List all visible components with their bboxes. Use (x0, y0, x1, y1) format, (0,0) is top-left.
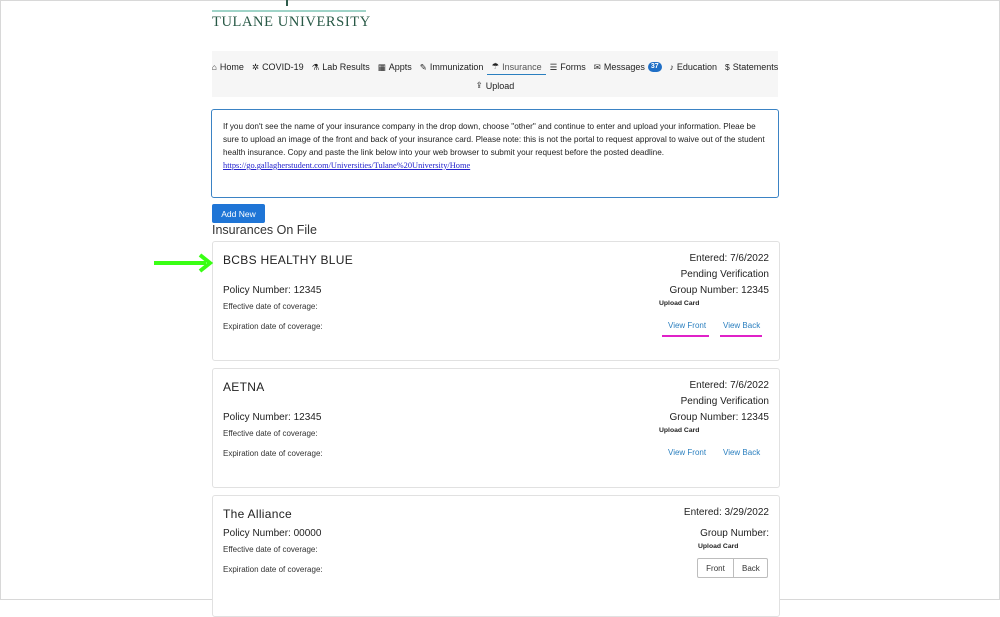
upload-icon: ⇪ (475, 80, 483, 90)
expiration-date-label: Expiration date of coverage: (223, 322, 323, 331)
expiration-date-label: Expiration date of coverage: (223, 449, 323, 458)
gear-icon: ✲ (251, 61, 260, 72)
nav-item-lab-results[interactable]: ⚗ Lab Results (308, 60, 374, 75)
entered-date: Entered: 7/6/2022 (689, 380, 769, 391)
dollar-icon: $ (724, 62, 730, 72)
effective-date-label: Effective date of coverage: (223, 302, 318, 311)
envelope-icon: ✉ (593, 61, 601, 72)
group-number: Group Number: 12345 (669, 412, 769, 423)
nav-row-2: ⇪ Upload (212, 78, 778, 93)
home-icon: ⌂ (211, 62, 217, 72)
upload-back-button[interactable]: Back (734, 558, 768, 578)
list-icon: ☰ (549, 61, 558, 72)
nav-row-1: ⌂ Home ✲ COVID-19 ⚗ Lab Results ▦ Appts ✎ Imm… (212, 59, 778, 75)
nav-label: Home (219, 62, 244, 72)
verification-status: Pending Verification (680, 269, 769, 280)
nav-item-home[interactable]: ⌂ Home (208, 60, 248, 75)
nav-item-forms[interactable]: ☰ Forms (546, 60, 590, 75)
insurance-name: BCBS HEALTHY BLUE (223, 253, 354, 267)
entered-date: Entered: 7/6/2022 (689, 253, 769, 264)
view-back-link[interactable]: View Back (723, 321, 760, 330)
view-back-link[interactable]: View Back (723, 448, 760, 457)
annotation-underline (720, 335, 762, 337)
verification-status: Pending Verification (680, 396, 769, 407)
upload-card-label: Upload Card (659, 300, 700, 307)
effective-date-label: Effective date of coverage: (223, 429, 318, 438)
nav-item-immunization[interactable]: ✎ Immunization (416, 60, 488, 75)
insurance-card: The Alliance Entered: 3/29/2022 Policy N… (212, 495, 780, 617)
nav-label: Education (676, 62, 717, 72)
main-navigation: ⌂ Home ✲ COVID-19 ⚗ Lab Results ▦ Appts ✎ Imm… (212, 51, 778, 97)
nav-item-education[interactable]: ♪ Education (666, 60, 721, 75)
view-front-link[interactable]: View Front (668, 321, 706, 330)
nav-label: Statements (732, 62, 779, 72)
entered-date: Entered: 3/29/2022 (683, 507, 769, 518)
syringe-icon: ✎ (419, 61, 427, 72)
nav-label: Immunization (429, 62, 484, 72)
upload-card-label: Upload Card (698, 543, 739, 550)
insurance-card: AETNA Entered: 7/6/2022 Pending Verifica… (212, 368, 780, 488)
logo-text: TULANE UNIVERSITY (212, 14, 371, 30)
nav-item-upload[interactable]: ⇪ Upload (472, 78, 519, 93)
nav-label: Lab Results (322, 62, 370, 72)
logo-mark (286, 0, 288, 6)
nav-item-statements[interactable]: $ Statements (721, 60, 782, 75)
nav-item-messages[interactable]: ✉ Messages 37 (590, 60, 666, 75)
upload-card-label: Upload Card (659, 427, 700, 434)
upload-front-button[interactable]: Front (697, 558, 734, 578)
nav-item-appts[interactable]: ▦ Appts (374, 60, 416, 75)
policy-number: Policy Number: 12345 (223, 285, 322, 296)
policy-number: Policy Number: 12345 (223, 412, 322, 423)
nav-label: COVID-19 (262, 62, 304, 72)
nav-item-insurance[interactable]: ☂ Insurance (487, 59, 546, 75)
effective-date-label: Effective date of coverage: (223, 545, 318, 554)
nav-label: Messages (603, 62, 645, 72)
nav-label: Insurance (502, 61, 542, 72)
insurance-name: The Alliance (223, 507, 292, 521)
insurance-notice-box: If you don't see the name of your insura… (211, 109, 779, 198)
group-number: Group Number: (700, 528, 769, 539)
calendar-icon: ▦ (377, 61, 386, 72)
annotation-underline (662, 335, 709, 337)
logo-rule (212, 10, 366, 12)
view-front-link[interactable]: View Front (668, 448, 706, 457)
group-number: Group Number: 12345 (669, 285, 769, 296)
waiver-link[interactable]: https://go.gallagherstudent.com/Universi… (223, 161, 470, 170)
flask-icon: ⚗ (311, 61, 320, 72)
messages-count-badge: 37 (647, 62, 662, 72)
umbrella-icon: ☂ (491, 61, 500, 71)
notice-text: If you don't see the name of your insura… (223, 122, 765, 157)
expiration-date-label: Expiration date of coverage: (223, 565, 323, 574)
nav-label: Upload (485, 80, 515, 91)
insurance-card: BCBS HEALTHY BLUE Entered: 7/6/2022 Pend… (212, 241, 780, 361)
nav-label: Appts (388, 62, 412, 72)
add-new-button[interactable]: Add New (212, 204, 265, 223)
nav-item-covid19[interactable]: ✲ COVID-19 (248, 60, 308, 75)
card-upload-buttons: Front Back (697, 558, 768, 578)
annotation-arrow-icon (154, 253, 214, 273)
nav-label: Forms (560, 62, 586, 72)
section-title: Insurances On File (212, 223, 317, 237)
policy-number: Policy Number: 00000 (223, 528, 322, 539)
insurance-name: AETNA (223, 380, 265, 394)
bell-icon: ♪ (669, 62, 674, 72)
